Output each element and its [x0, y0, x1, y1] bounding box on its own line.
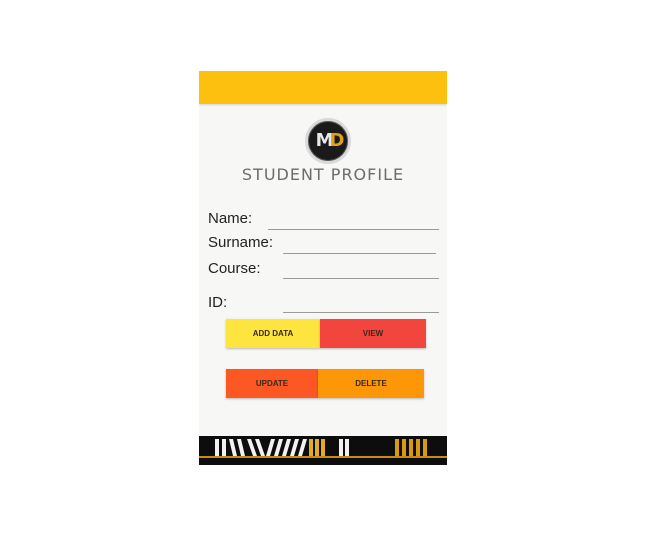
course-field[interactable] — [283, 278, 439, 279]
surname-field[interactable] — [283, 253, 436, 254]
logo-letter-m: M — [315, 130, 334, 151]
name-label: Name: — [208, 210, 253, 227]
delete-button[interactable]: DELETE — [318, 369, 424, 398]
id-field[interactable] — [283, 312, 439, 313]
app-screen: MD STUDENT PROFILE Name: Surname: Course… — [199, 71, 447, 465]
id-label: ID: — [208, 294, 228, 311]
md-logo-icon: MD — [305, 118, 351, 164]
name-field[interactable] — [268, 229, 439, 230]
page-title: STUDENT PROFILE — [241, 165, 405, 184]
footer-banner — [199, 436, 447, 465]
stripe-pattern-banner — [215, 439, 427, 456]
course-label: Course: — [208, 260, 261, 277]
logo-letter-d: D — [329, 130, 344, 151]
view-button[interactable]: VIEW — [320, 319, 426, 348]
surname-label: Surname: — [208, 234, 274, 251]
app-bar — [199, 71, 447, 104]
add-data-button[interactable]: ADD DATA — [226, 319, 320, 348]
footer-accent-line — [199, 456, 447, 458]
update-button[interactable]: UPDATE — [226, 369, 318, 398]
logo-mark: MD — [315, 130, 345, 151]
